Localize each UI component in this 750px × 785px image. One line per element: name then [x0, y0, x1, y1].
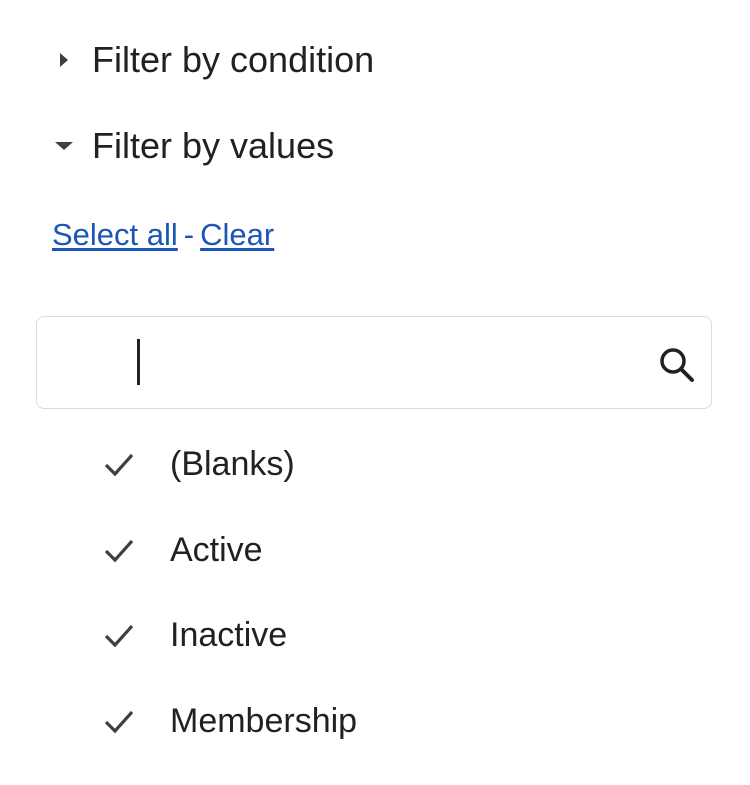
check-icon [100, 531, 138, 569]
value-item-label: (Blanks) [170, 445, 295, 483]
value-item-membership[interactable]: Membership [100, 691, 357, 751]
values-search-input[interactable] [99, 335, 639, 391]
text-cursor [137, 339, 140, 385]
filter-by-condition-header[interactable]: Filter by condition [52, 38, 374, 82]
filter-by-condition-title: Filter by condition [92, 39, 375, 80]
value-item-blanks[interactable]: (Blanks) [100, 434, 295, 494]
value-item-active[interactable]: Active [100, 520, 263, 580]
value-item-label: Inactive [170, 616, 288, 654]
check-icon [100, 616, 138, 654]
link-separator: - [183, 217, 195, 252]
values-search-box[interactable] [36, 316, 712, 409]
clear-link[interactable]: Clear [200, 217, 274, 252]
select-clear-links: Select all - Clear [52, 215, 274, 255]
caret-down-icon [52, 134, 76, 158]
filter-by-values-header[interactable]: Filter by values [52, 124, 334, 168]
check-icon [100, 445, 138, 483]
value-item-label: Membership [170, 702, 358, 740]
check-icon [100, 702, 138, 740]
filter-by-values-title: Filter by values [92, 125, 335, 166]
value-item-inactive[interactable]: Inactive [100, 605, 287, 665]
value-item-label: Active [170, 531, 263, 569]
search-icon[interactable] [657, 345, 697, 385]
caret-right-icon [52, 48, 76, 72]
select-all-link[interactable]: Select all [52, 217, 178, 252]
